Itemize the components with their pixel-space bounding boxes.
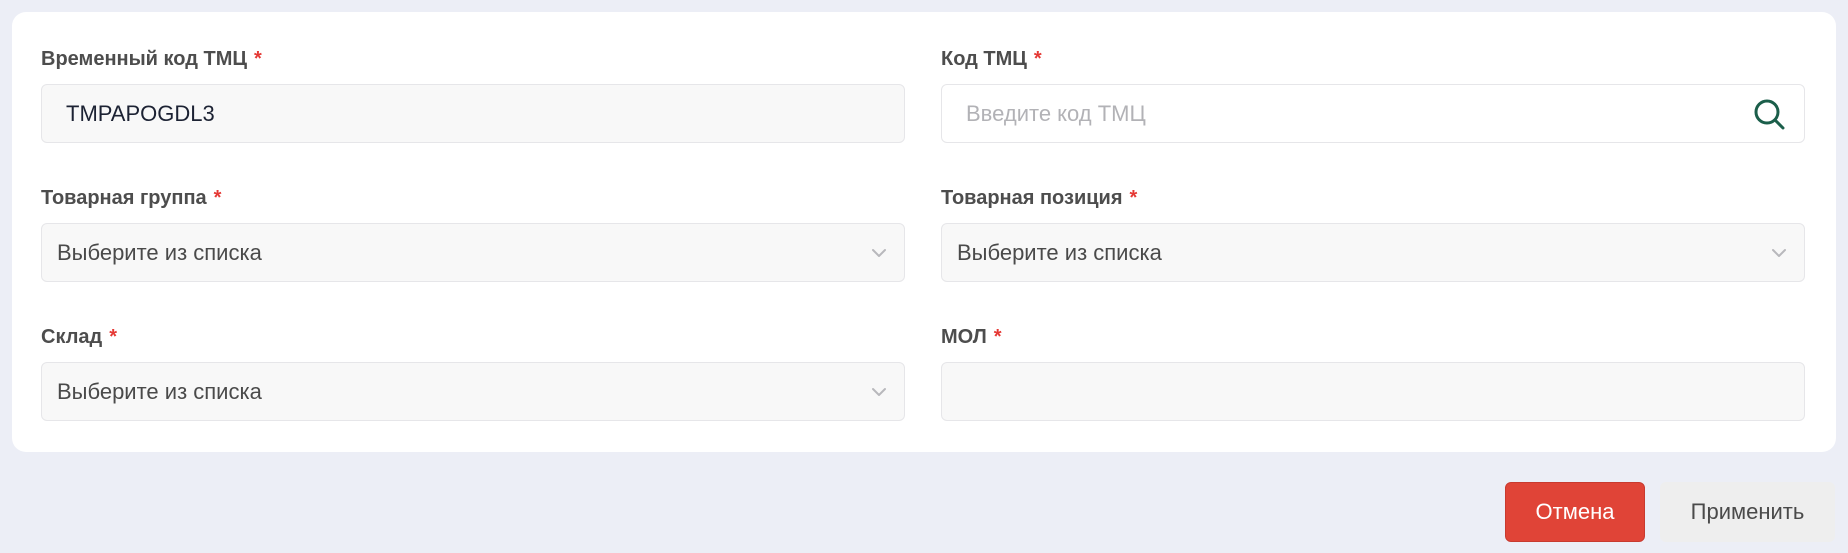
mol-field: МОЛ * [941, 324, 1805, 421]
search-icon[interactable] [1752, 97, 1786, 131]
mol-label: МОЛ * [941, 324, 1805, 350]
product-position-select[interactable]: Выберите из списка [941, 223, 1805, 282]
temp-code-label: Временный код ТМЦ * [41, 46, 905, 72]
product-group-selected: Выберите из списка [57, 239, 262, 265]
warehouse-label: Склад * [41, 324, 905, 350]
tmc-code-label: Код ТМЦ * [941, 46, 1805, 72]
mol-input[interactable] [941, 362, 1805, 421]
product-position-label-text: Товарная позиция [941, 186, 1123, 209]
required-mark: * [1033, 47, 1042, 70]
product-group-select[interactable]: Выберите из списка [41, 223, 905, 282]
tmc-code-input[interactable] [942, 100, 1682, 127]
tmc-code-field: Код ТМЦ * [941, 46, 1805, 143]
temp-code-label-text: Временный код ТМЦ [41, 47, 247, 70]
cancel-button[interactable]: Отмена [1505, 482, 1645, 542]
product-position-selected: Выберите из списка [957, 239, 1162, 265]
warehouse-select[interactable]: Выберите из списка [41, 362, 905, 421]
required-mark: * [993, 325, 1002, 348]
warehouse-selected: Выберите из списка [57, 378, 262, 404]
temp-code-field: Временный код ТМЦ * TMPAPOGDL3 [41, 46, 905, 143]
product-position-label: Товарная позиция * [941, 185, 1805, 211]
required-mark: * [213, 186, 222, 209]
chevron-down-icon [870, 244, 888, 262]
tmc-code-search-box [941, 84, 1805, 143]
chevron-down-icon [1770, 244, 1788, 262]
product-group-field: Товарная группа * Выберите из списка [41, 185, 905, 282]
required-mark: * [109, 325, 118, 348]
warehouse-field: Склад * Выберите из списка [41, 324, 905, 421]
apply-button[interactable]: Применить [1660, 482, 1835, 542]
temp-code-value: TMPAPOGDL3 [66, 100, 215, 126]
required-mark: * [1129, 186, 1138, 209]
product-group-label: Товарная группа * [41, 185, 905, 211]
temp-code-input[interactable]: TMPAPOGDL3 [41, 84, 905, 143]
form-card: Временный код ТМЦ * TMPAPOGDL3 Код ТМЦ *… [12, 12, 1836, 452]
product-group-label-text: Товарная группа [41, 186, 207, 209]
chevron-down-icon [870, 383, 888, 401]
required-mark: * [253, 47, 262, 70]
warehouse-label-text: Склад [41, 325, 103, 348]
tmc-code-label-text: Код ТМЦ [941, 47, 1027, 70]
mol-label-text: МОЛ [941, 325, 987, 348]
product-position-field: Товарная позиция * Выберите из списка [941, 185, 1805, 282]
